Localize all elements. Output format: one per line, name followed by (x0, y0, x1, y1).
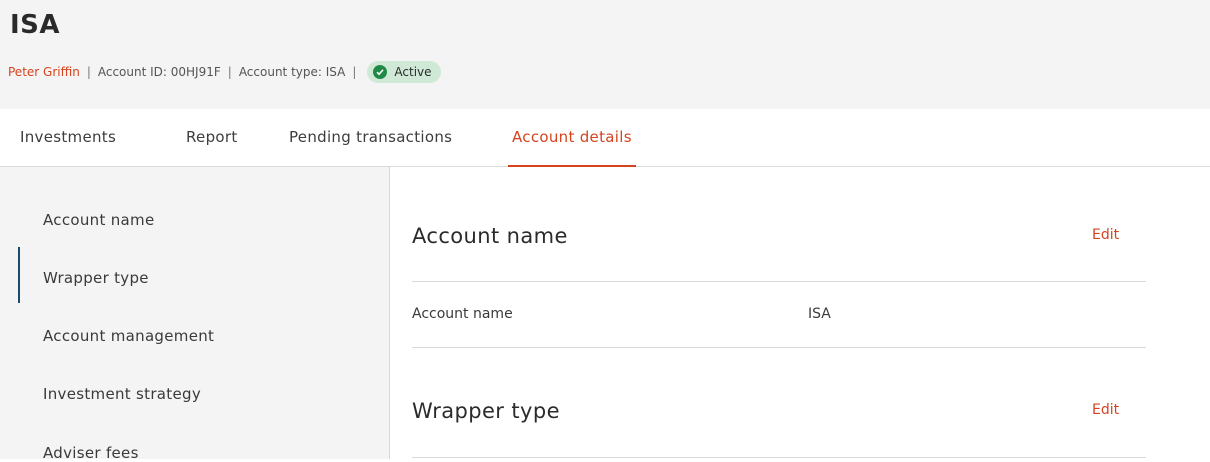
tab-pending-transactions[interactable]: Pending transactions (289, 109, 452, 166)
sidebar-nav: Account name Wrapper type Account manage… (0, 167, 390, 462)
sidebar-item-wrapper-type[interactable]: Wrapper type (43, 269, 149, 287)
divider (412, 281, 1146, 282)
sidebar-item-investment-strategy[interactable]: Investment strategy (43, 385, 201, 403)
account-type: Account type: ISA (238, 65, 346, 79)
tab-bar: Investments Report Pending transactions … (0, 109, 1210, 167)
check-circle-icon (373, 65, 388, 79)
account-owner: Peter Griffin (8, 65, 80, 79)
tab-report[interactable]: Report (186, 109, 238, 166)
divider (412, 347, 1146, 348)
field-value-account-name: ISA (808, 306, 831, 322)
meta-separator: | (86, 65, 91, 79)
page-title: ISA (10, 10, 61, 40)
sidebar-item-adviser-fees[interactable]: Adviser fees (43, 444, 139, 462)
tab-investments[interactable]: Investments (20, 109, 116, 166)
edit-wrapper-type-button[interactable]: Edit (1092, 402, 1119, 418)
field-label-account-name: Account name (412, 306, 513, 322)
account-id: Account ID: 00HJ91F (97, 65, 221, 79)
status-badge: Active (367, 61, 441, 83)
status-label: Active (394, 65, 432, 79)
account-meta: Peter Griffin | Account ID: 00HJ91F | Ac… (8, 61, 441, 83)
tab-account-details[interactable]: Account details (508, 109, 636, 167)
meta-separator: | (352, 65, 357, 79)
active-nav-indicator (18, 247, 20, 303)
account-details-content: Account name Edit Account name ISA Wrapp… (390, 167, 1210, 459)
divider (412, 457, 1146, 458)
edit-account-name-button[interactable]: Edit (1092, 227, 1119, 243)
section-title-account-name: Account name (412, 224, 568, 248)
sidebar-item-account-name[interactable]: Account name (43, 211, 154, 229)
section-title-wrapper-type: Wrapper type (412, 399, 560, 423)
sidebar-item-account-management[interactable]: Account management (43, 327, 214, 345)
account-header: ISA Peter Griffin | Account ID: 00HJ91F … (0, 0, 1210, 109)
meta-separator: | (227, 65, 232, 79)
